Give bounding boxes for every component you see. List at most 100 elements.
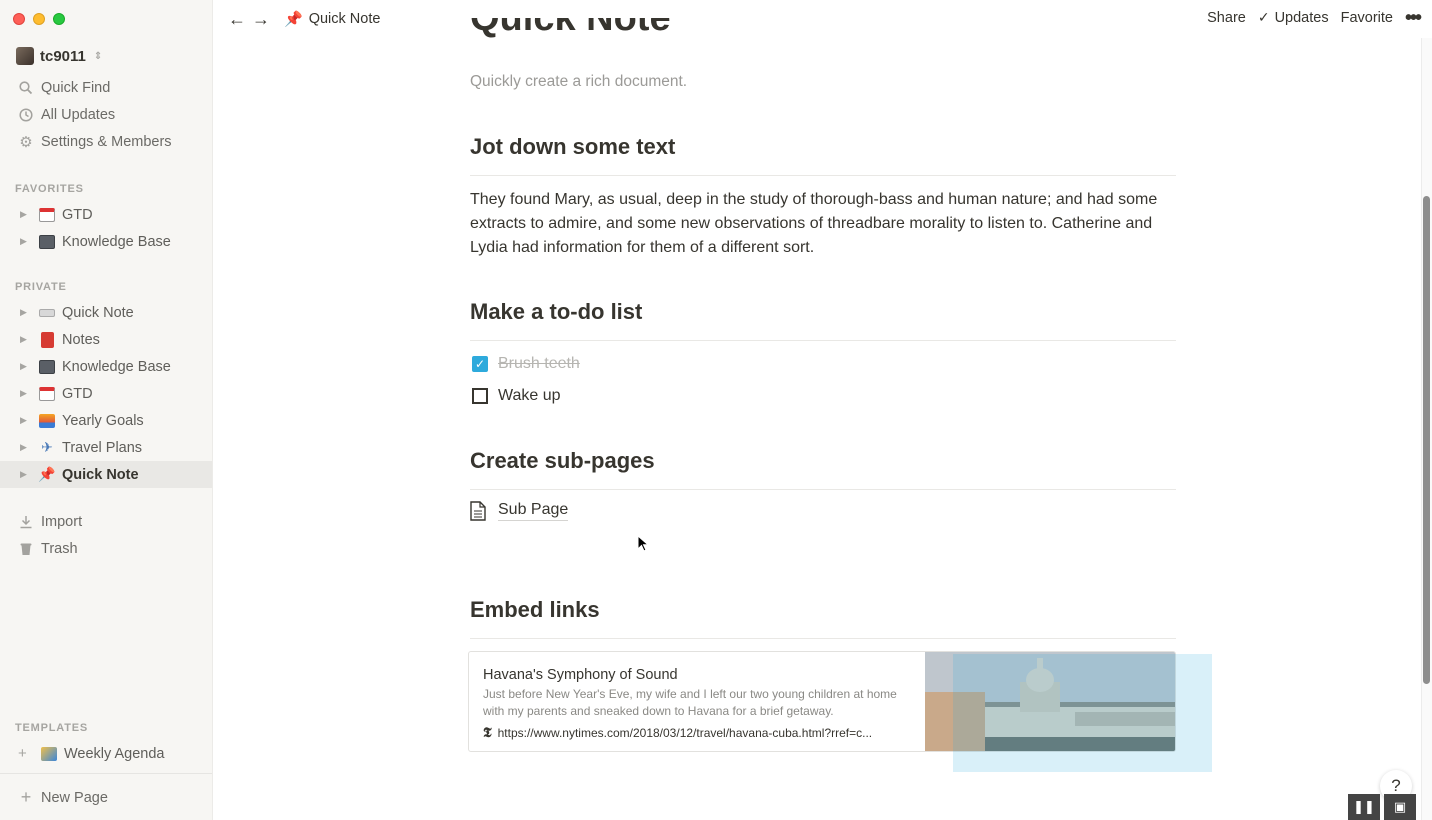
- selection-highlight: [953, 654, 1212, 772]
- templates-section-label: TEMPLATES: [15, 722, 88, 734]
- updates-button[interactable]: ✓ Updates: [1258, 9, 1329, 26]
- zoom-window-button[interactable]: [53, 13, 65, 25]
- new-page-button[interactable]: + New Page: [0, 784, 212, 811]
- sub-page-link[interactable]: Sub Page: [470, 501, 569, 521]
- sidebar-item-label: Quick Note: [62, 466, 139, 483]
- sidebar-item-yearly-goals[interactable]: ▶ Yearly Goals: [0, 407, 212, 434]
- mouse-cursor-icon: [637, 535, 649, 552]
- todo-label[interactable]: Wake up: [498, 387, 561, 405]
- import-label: Import: [41, 513, 83, 530]
- topbar: ← → 📌 Quick Note Share ✓ Updates Favorite…: [214, 0, 1432, 38]
- expand-triangle-icon[interactable]: ▶: [20, 469, 30, 480]
- trash-label: Trash: [41, 540, 78, 557]
- sidebar-item-quick-note[interactable]: ▶ Quick Note: [0, 299, 212, 326]
- calendar-emoji-icon: [38, 206, 56, 224]
- expand-triangle-icon[interactable]: ▶: [20, 236, 30, 247]
- quick-find-item[interactable]: Quick Find: [0, 74, 212, 101]
- pause-icon[interactable]: ❚❚: [1348, 794, 1380, 820]
- sidebar-item-label: Notes: [62, 331, 100, 348]
- sidebar-item-notes[interactable]: ▶ Notes: [0, 326, 212, 353]
- sidebar-item-label: GTD: [62, 206, 93, 223]
- close-window-button[interactable]: [13, 13, 25, 25]
- sidebar: tc9011 ⇕ Quick Find All Updates ⚙ Settin…: [0, 0, 213, 820]
- expand-triangle-icon[interactable]: ▶: [20, 388, 30, 399]
- todo-item: Wake up: [470, 387, 561, 405]
- sub-page-label: Sub Page: [498, 501, 569, 521]
- question-icon: ?: [1391, 776, 1401, 795]
- share-button[interactable]: Share: [1207, 10, 1246, 26]
- picture-icon[interactable]: ▣: [1384, 794, 1416, 820]
- keyboard-emoji-icon: [38, 304, 56, 322]
- all-updates-item[interactable]: All Updates: [0, 101, 212, 128]
- unchecked-checkbox[interactable]: [472, 388, 488, 404]
- more-options-icon[interactable]: •••: [1405, 8, 1422, 28]
- heading-divider: [470, 340, 1176, 341]
- heading-todo-list[interactable]: Make a to-do list: [470, 299, 642, 325]
- private-section-label: PRIVATE: [15, 281, 67, 293]
- download-icon: [18, 514, 34, 530]
- heading-divider: [470, 489, 1176, 490]
- expand-triangle-icon[interactable]: ▶: [20, 442, 30, 453]
- minimize-window-button[interactable]: [33, 13, 45, 25]
- body-paragraph[interactable]: They found Mary, as usual, deep in the s…: [470, 188, 1170, 260]
- calendar-emoji-icon: [38, 385, 56, 403]
- scrollbar-thumb[interactable]: [1423, 196, 1430, 684]
- sidebar-item-quick-note-active[interactable]: ▶ 📌 Quick Note: [0, 461, 212, 488]
- heading-embed-links[interactable]: Embed links: [470, 597, 600, 623]
- expand-triangle-icon[interactable]: ▶: [20, 361, 30, 372]
- embed-description: Just before New Year's Eve, my wife and …: [483, 687, 897, 718]
- expand-triangle-icon[interactable]: ▶: [20, 415, 30, 426]
- chevron-updown-icon: ⇕: [93, 50, 103, 62]
- workspace-switcher[interactable]: tc9011 ⇕: [16, 46, 102, 66]
- expand-triangle-icon[interactable]: ▶: [20, 334, 30, 345]
- template-label: Weekly Agenda: [64, 745, 165, 762]
- sidebar-item-knowledge-base-favorite[interactable]: ▶ Knowledge Base: [0, 228, 212, 255]
- breadcrumb-label: Quick Note: [308, 11, 381, 27]
- favorite-button[interactable]: Favorite: [1341, 10, 1393, 26]
- red-book-emoji-icon: [38, 331, 56, 349]
- heading-jot-text[interactable]: Jot down some text: [470, 134, 675, 160]
- todo-label[interactable]: Brush teeth: [498, 355, 580, 373]
- trash-icon: [18, 541, 34, 557]
- window-controls: [13, 13, 65, 25]
- overlay-controls: ❚❚ ▣: [1348, 794, 1416, 820]
- forward-arrow-icon[interactable]: →: [252, 9, 270, 30]
- gear-icon: ⚙: [19, 133, 33, 151]
- template-weekly-agenda[interactable]: + Weekly Agenda: [0, 740, 212, 767]
- page-title[interactable]: Quick Note: [470, 18, 671, 44]
- sidebar-item-gtd-favorite[interactable]: ▶ GTD: [0, 201, 212, 228]
- sidebar-item-label: Travel Plans: [62, 439, 143, 456]
- nyt-logo-icon: 𝕿: [483, 725, 492, 741]
- back-arrow-icon[interactable]: ←: [228, 9, 246, 30]
- import-item[interactable]: Import: [0, 508, 212, 535]
- expand-triangle-icon[interactable]: ▶: [20, 307, 30, 318]
- document-icon: [470, 501, 488, 521]
- page-subtitle[interactable]: Quickly create a rich document.: [470, 73, 687, 91]
- sidebar-item-label: Quick Note: [62, 304, 134, 321]
- weekly-agenda-emoji-icon: [40, 745, 58, 763]
- sidebar-item-travel-plans[interactable]: ▶ ✈ Travel Plans: [0, 434, 212, 461]
- sidebar-item-label: Knowledge Base: [62, 358, 171, 375]
- cabinet-emoji-icon: [38, 233, 56, 251]
- favorites-section-label: FAVORITES: [15, 183, 84, 195]
- heading-divider: [470, 175, 1176, 176]
- checked-checkbox[interactable]: ✓: [472, 356, 488, 372]
- sidebar-item-knowledge-base[interactable]: ▶ Knowledge Base: [0, 353, 212, 380]
- breadcrumb[interactable]: 📌 Quick Note: [284, 10, 380, 28]
- heading-divider: [470, 638, 1176, 639]
- sidebar-item-label: Knowledge Base: [62, 233, 171, 250]
- settings-members-item[interactable]: ⚙ Settings & Members: [0, 128, 212, 155]
- search-icon: [18, 80, 34, 96]
- plus-icon[interactable]: +: [18, 745, 32, 762]
- sidebar-item-gtd[interactable]: ▶ GTD: [0, 380, 212, 407]
- embed-title: Havana's Symphony of Sound: [483, 667, 678, 683]
- heading-sub-pages[interactable]: Create sub-pages: [470, 448, 655, 474]
- airplane-emoji-icon: ✈: [41, 439, 53, 455]
- trash-item[interactable]: Trash: [0, 535, 212, 562]
- pushpin-emoji-icon: 📌: [38, 466, 56, 482]
- expand-triangle-icon[interactable]: ▶: [20, 209, 30, 220]
- checkmark-icon: ✓: [1257, 9, 1270, 25]
- plus-icon: +: [20, 787, 32, 807]
- clock-icon: [18, 107, 34, 123]
- updates-label: Updates: [1274, 10, 1329, 26]
